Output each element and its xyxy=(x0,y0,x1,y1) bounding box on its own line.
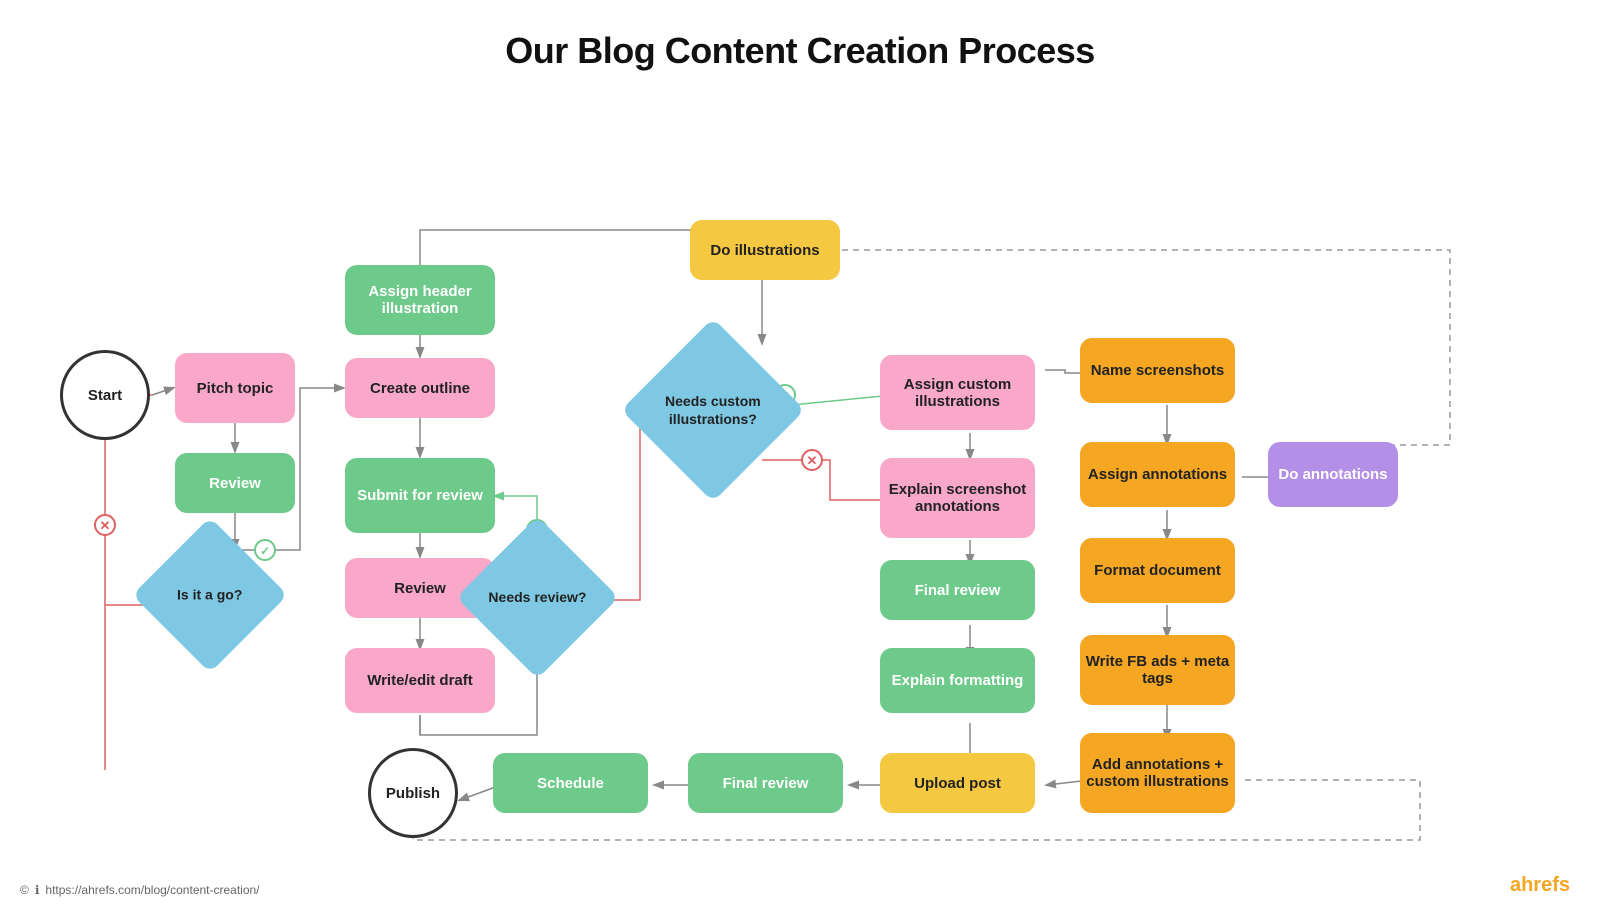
assign-header-node: Assign header illustration xyxy=(345,265,495,335)
svg-text:✕: ✕ xyxy=(807,453,818,468)
explain-formatting-node: Explain formatting xyxy=(880,648,1035,713)
upload-post-node: Upload post xyxy=(880,753,1035,813)
page-title: Our Blog Content Creation Process xyxy=(0,0,1600,72)
start-node: Start xyxy=(60,350,150,440)
format-document-node: Format document xyxy=(1080,538,1235,603)
diagram-area: ✕ ✓ ✓ ✕ ✓ ✕ Start Pitch topic Review Is … xyxy=(0,90,1600,910)
create-outline-node: Create outline xyxy=(345,358,495,418)
final-review1-node: Final review xyxy=(880,560,1035,620)
add-annotations-node: Add annotations + custom illustrations xyxy=(1080,733,1235,813)
explain-screenshot-node: Explain screenshot annotations xyxy=(880,458,1035,538)
needs-custom-node: Needs custom illustrations? xyxy=(648,345,778,475)
assign-custom-node: Assign custom illustrations xyxy=(880,355,1035,430)
review1-node: Review xyxy=(175,453,295,513)
write-fb-ads-node: Write FB ads + meta tags xyxy=(1080,635,1235,705)
needs-review-node: Needs review? xyxy=(480,540,595,655)
footer-left: © ℹ https://ahrefs.com/blog/content-crea… xyxy=(20,883,260,897)
name-screenshots-node: Name screenshots xyxy=(1080,338,1235,403)
schedule-node: Schedule xyxy=(493,753,648,813)
brand-logo: ahrefs xyxy=(1510,874,1570,897)
publish-node: Publish xyxy=(368,748,458,838)
submit-review-node: Submit for review xyxy=(345,458,495,533)
svg-text:✕: ✕ xyxy=(100,518,111,533)
final-review2-node: Final review xyxy=(688,753,843,813)
is-it-a-go-node: Is it a go? xyxy=(155,540,265,650)
do-illustrations-node: Do illustrations xyxy=(690,220,840,280)
pitch-topic-node: Pitch topic xyxy=(175,353,295,423)
do-annotations-node: Do annotations xyxy=(1268,442,1398,507)
assign-annotations-node: Assign annotations xyxy=(1080,442,1235,507)
write-edit-node: Write/edit draft xyxy=(345,648,495,713)
